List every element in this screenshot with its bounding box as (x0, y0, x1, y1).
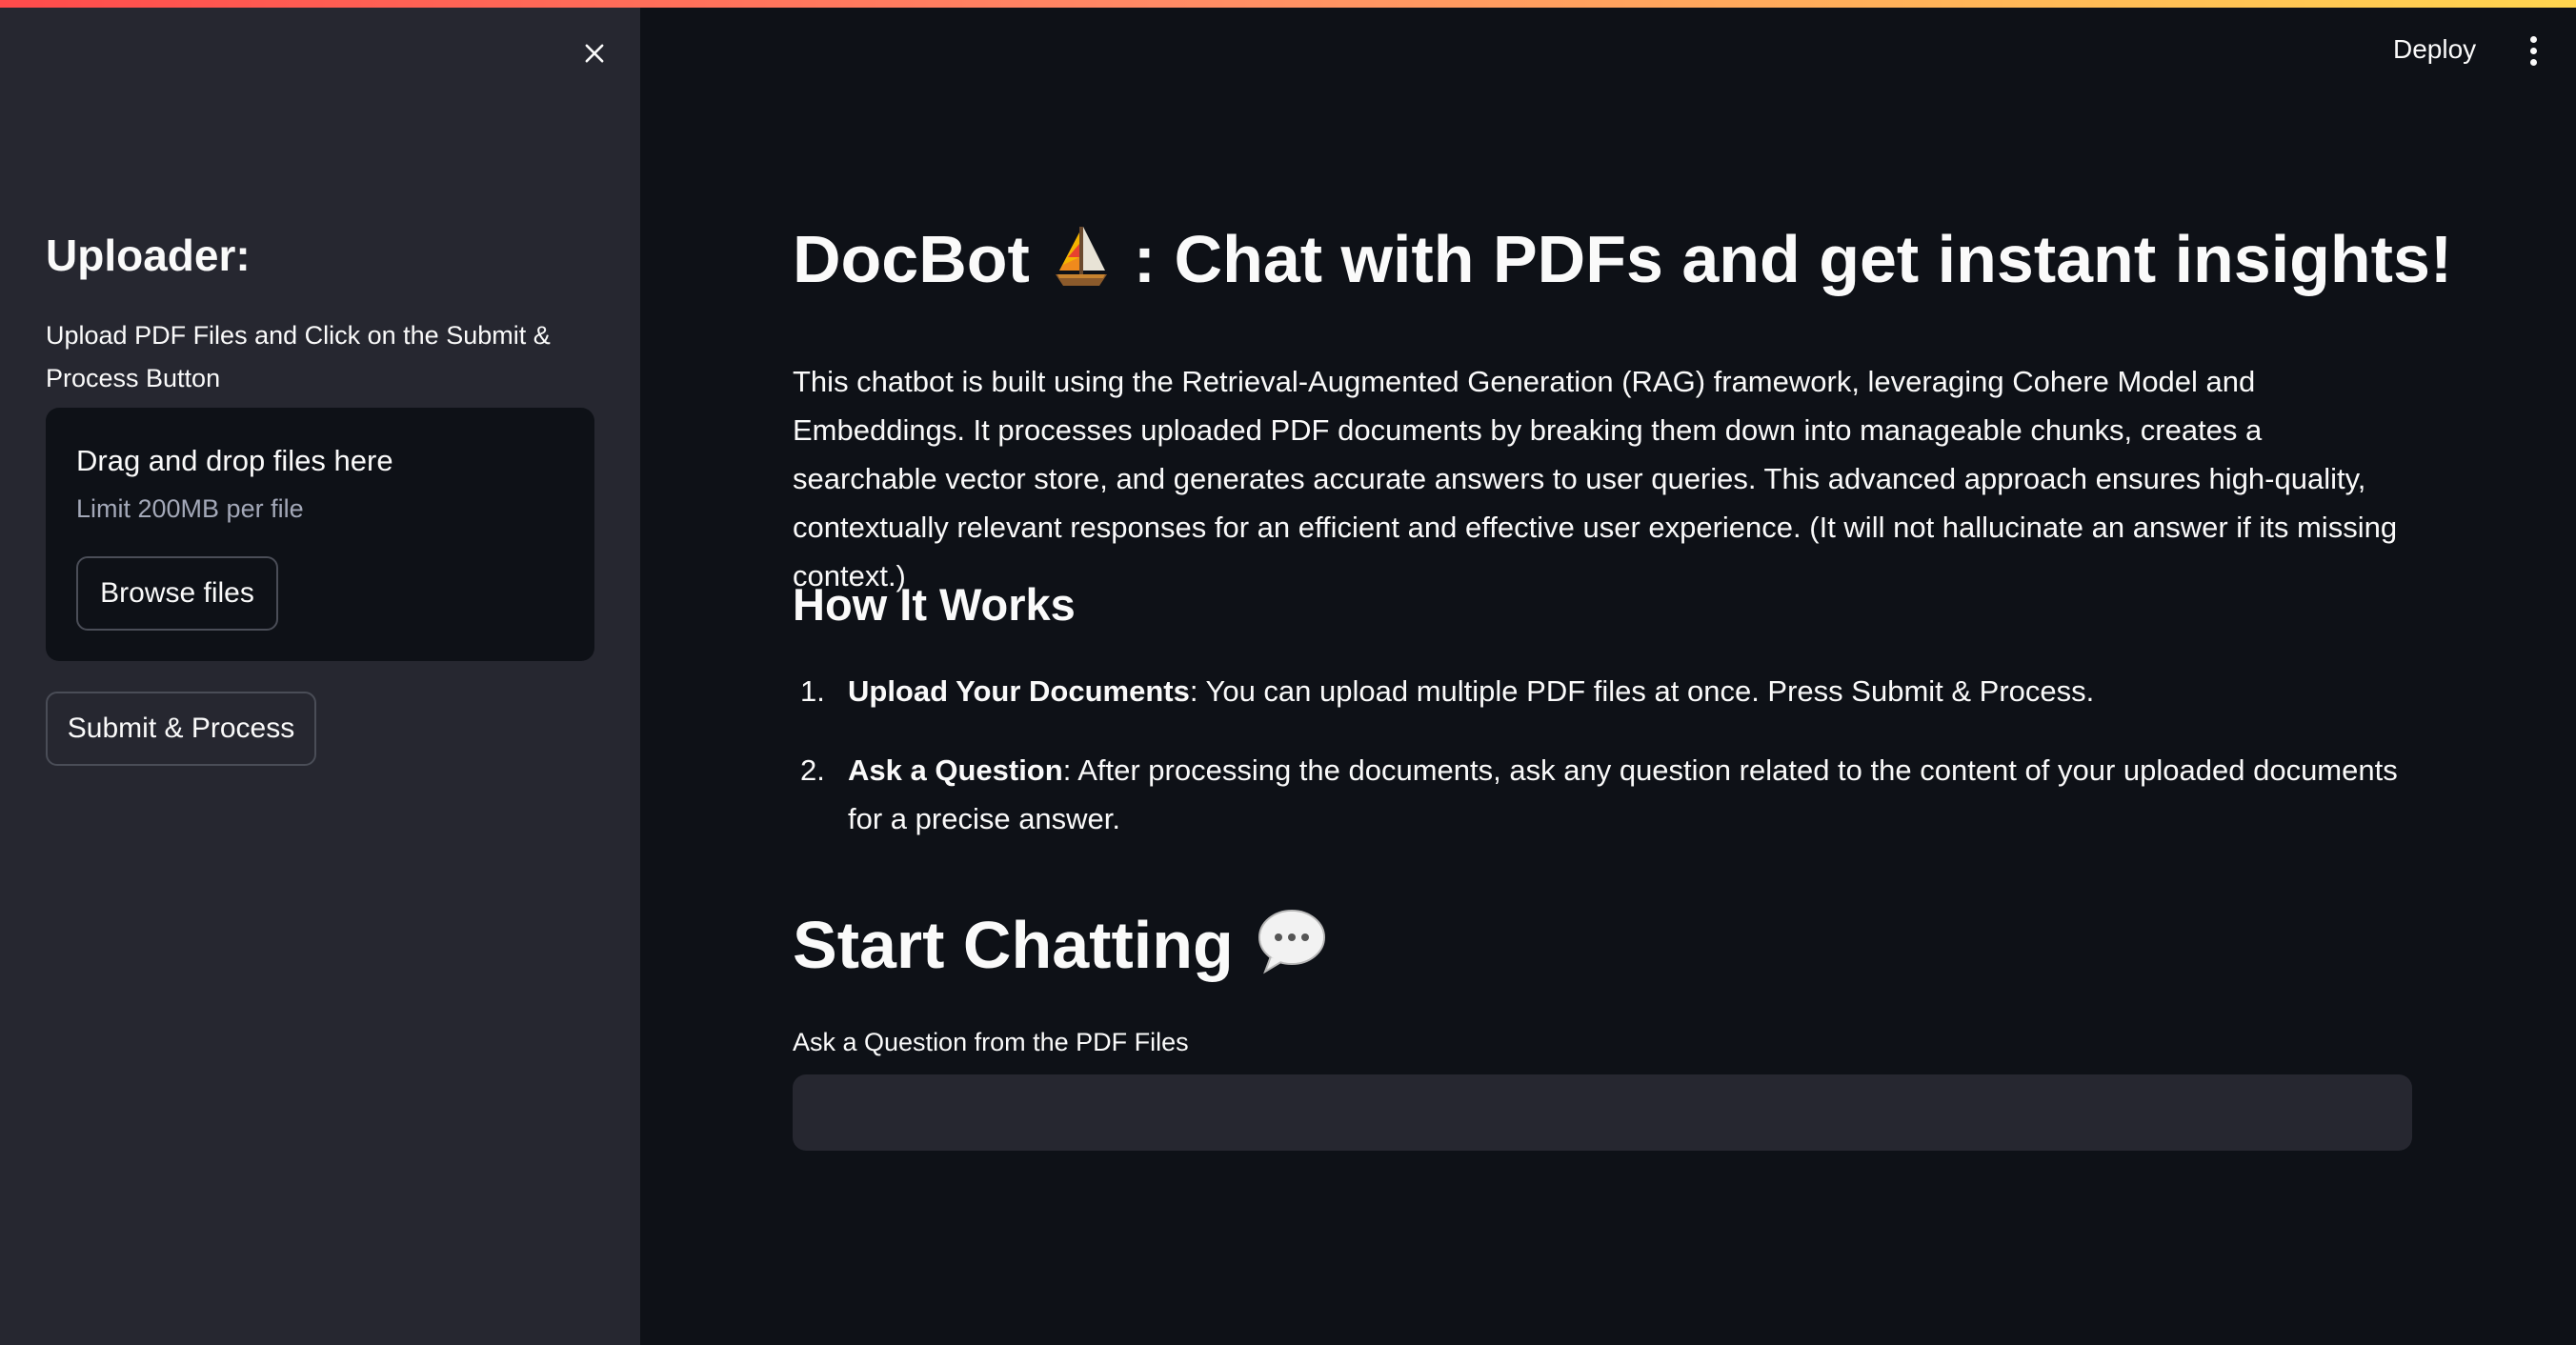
sidebar: Uploader: Upload PDF Files and Click on … (0, 0, 640, 1345)
step-text: : You can upload multiple PDF files at o… (1189, 674, 2095, 708)
close-icon (585, 44, 604, 63)
upload-instructions: Upload PDF Files and Click on the Submit… (46, 321, 551, 392)
sidebar-heading: Uploader: (46, 231, 251, 280)
vertical-ellipsis-icon[interactable] (2519, 29, 2547, 72)
question-label: Ask a Question from the PDF Files (793, 1028, 1189, 1056)
step-title: Upload Your Documents (848, 674, 1190, 708)
step-number: 2. (800, 753, 825, 787)
step-title: Ask a Question (848, 753, 1063, 787)
page-title: DocBot : Chat with PDFs and get instant … (793, 215, 2452, 311)
close-sidebar-button[interactable] (575, 34, 614, 72)
dropzone-limit: Limit 200MB per file (76, 494, 304, 523)
list-item: 2. Ask a Question: After processing the … (793, 746, 2412, 843)
intro-paragraph: This chatbot is built using the Retrieva… (793, 365, 2398, 592)
steps-list: 1. Upload Your Documents: You can upload… (793, 667, 2412, 873)
question-input[interactable] (793, 1074, 2412, 1151)
step-text: : After processing the documents, ask an… (848, 753, 2398, 835)
speech-bubble-icon (1256, 907, 1328, 996)
how-it-works-heading: How It Works (793, 579, 1076, 630)
step-number: 1. (800, 674, 825, 708)
title-prefix: DocBot (793, 222, 1030, 296)
dropzone-title: Drag and drop files here (76, 444, 393, 477)
start-chatting-heading: Start Chatting (793, 901, 1332, 996)
sailboat-icon (1052, 223, 1111, 311)
list-item: 1. Upload Your Documents: You can upload… (793, 667, 2412, 715)
top-decoration-bar (0, 0, 2576, 8)
chat-heading-text: Start Chatting (793, 908, 1234, 982)
deploy-button[interactable]: Deploy (2382, 27, 2487, 72)
title-suffix: : Chat with PDFs and get instant insight… (1133, 222, 2453, 296)
submit-process-button[interactable]: Submit & Process (46, 692, 316, 766)
browse-files-button[interactable]: Browse files (76, 556, 278, 631)
file-dropzone[interactable]: Drag and drop files here Limit 200MB per… (46, 408, 594, 661)
